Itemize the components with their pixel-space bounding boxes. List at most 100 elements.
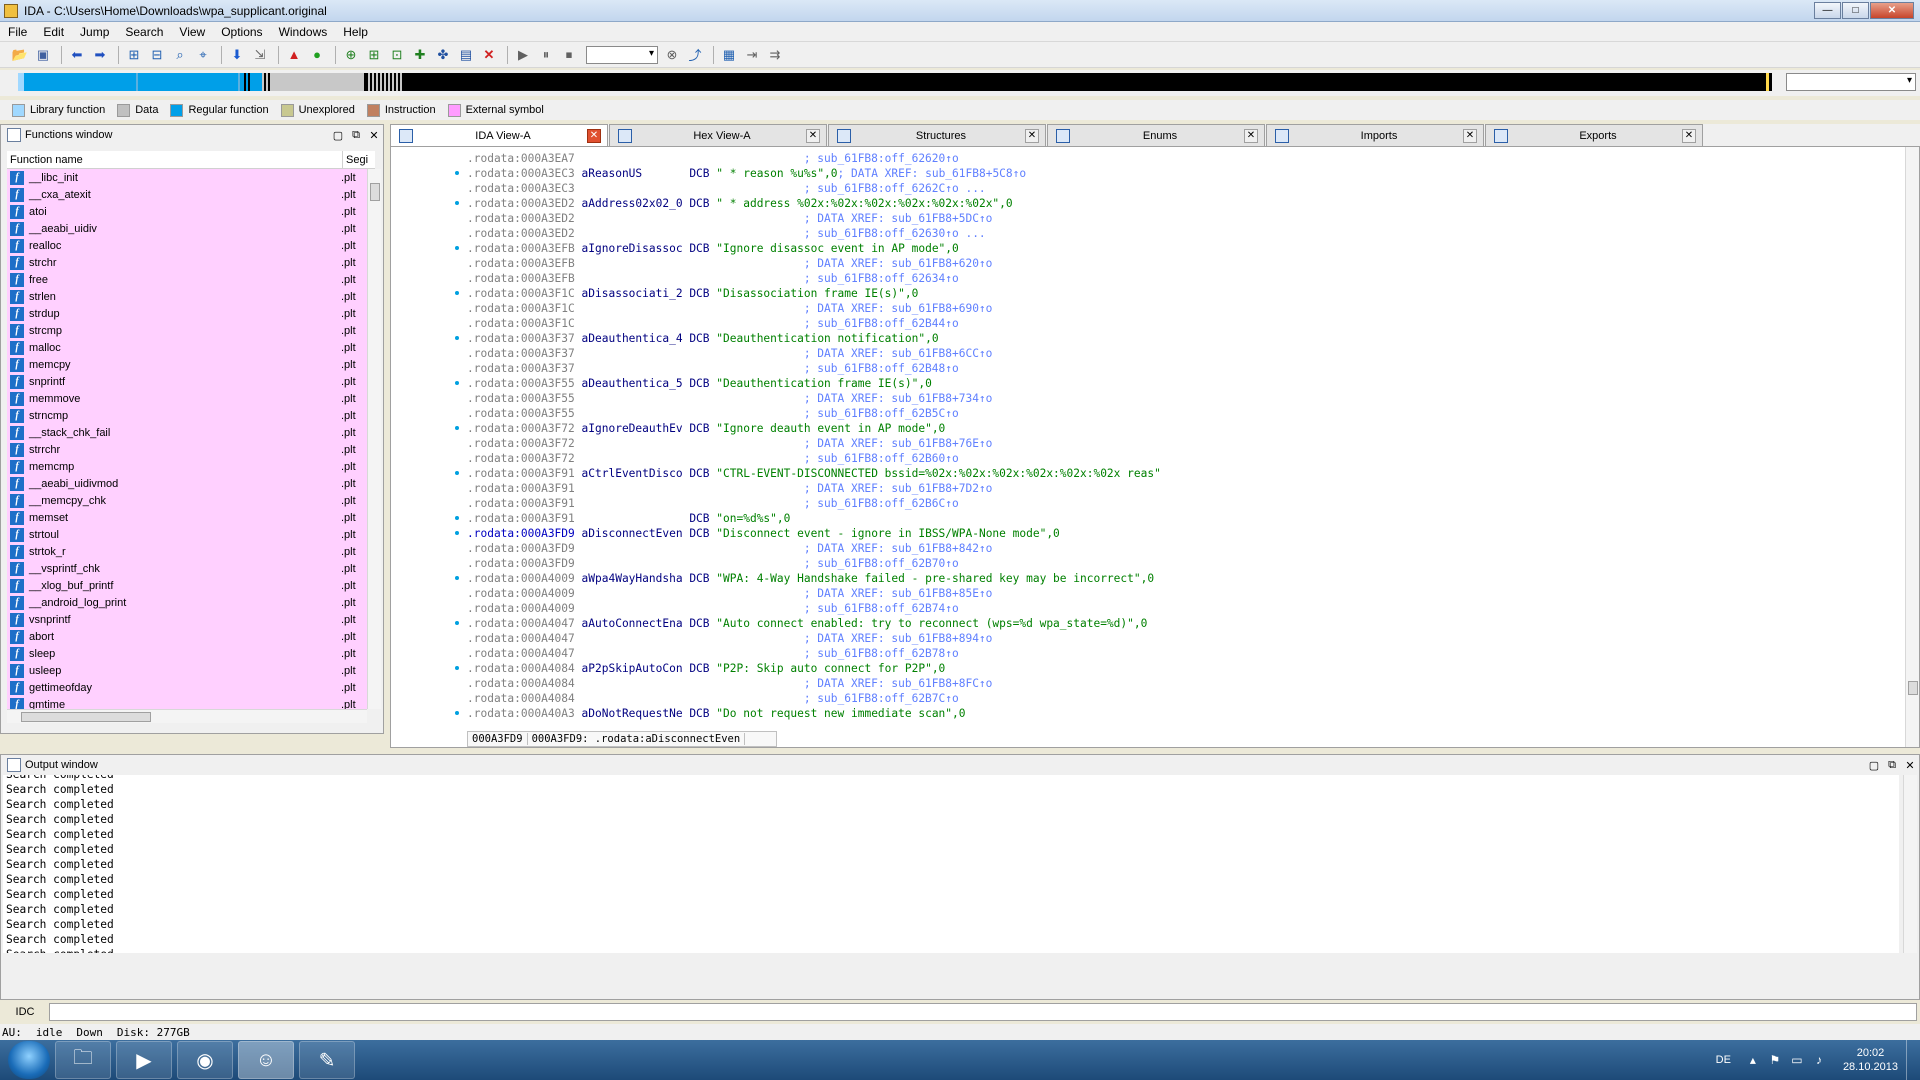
code-line[interactable]: .rodata:000A3F37 ; sub_61FB8:off_62B48↑o <box>467 361 1897 376</box>
function-row[interactable]: f __cxa_atexit .plt <box>7 186 367 203</box>
minimize-button[interactable]: — <box>1814 2 1841 19</box>
code-line[interactable]: .rodata:000A4009 aWpa4WayHandsha DCB "WP… <box>467 571 1897 586</box>
volume-icon[interactable]: ♪ <box>1811 1053 1827 1067</box>
function-row[interactable]: f __vsprintf_chk .plt <box>7 560 367 577</box>
output-vertical-scrollbar[interactable] <box>1903 775 1917 953</box>
code-line[interactable]: .rodata:000A3F37 ; DATA XREF: sub_61FB8+… <box>467 346 1897 361</box>
tab-ida-view-a[interactable]: IDA View-A ✕ <box>390 124 608 146</box>
code-line[interactable]: .rodata:000A4047 aAutoConnectEna DCB "Au… <box>467 616 1897 631</box>
binary-search-icon[interactable]: ⊞ <box>124 45 144 65</box>
tab-hex-view-a[interactable]: Hex View-A ✕ <box>609 124 827 146</box>
debugger-select[interactable] <box>586 45 658 64</box>
function-row[interactable]: f gettimeofday .plt <box>7 679 367 696</box>
code-line[interactable]: .rodata:000A3F55 ; DATA XREF: sub_61FB8+… <box>467 391 1897 406</box>
tab-exports[interactable]: Exports ✕ <box>1485 124 1703 146</box>
pause-icon[interactable]: ⏸ <box>536 45 556 65</box>
forward-icon[interactable]: ➡ <box>90 45 110 65</box>
text-search-icon[interactable]: ⊟ <box>147 45 167 65</box>
code-line[interactable]: .rodata:000A3EFB ; DATA XREF: sub_61FB8+… <box>467 256 1897 271</box>
paint-icon[interactable]: ✎ <box>299 1041 355 1079</box>
code-label[interactable]: aP2pSkipAutoCon <box>582 661 683 676</box>
function-row[interactable]: f __libc_init .plt <box>7 169 367 186</box>
code-label[interactable]: aDisconnectEven <box>582 526 683 541</box>
array-icon[interactable]: ▤ <box>456 45 476 65</box>
code-line[interactable]: .rodata:000A3F55 aDeauthentica_5 DCB "De… <box>467 376 1897 391</box>
network-icon[interactable]: ▭ <box>1789 1053 1805 1067</box>
column-function-name[interactable]: Function name <box>7 151 343 168</box>
functions-vertical-scrollbar[interactable] <box>367 169 381 709</box>
undefine-icon[interactable]: ✕ <box>479 45 499 65</box>
function-row[interactable]: f malloc .plt <box>7 339 367 356</box>
code-label[interactable]: aReasonUS <box>582 166 683 181</box>
attach-icon[interactable]: ⤴ <box>685 45 705 65</box>
graph-icon[interactable]: ▲ <box>284 45 304 65</box>
xref-icon[interactable]: ⇲ <box>250 45 270 65</box>
code-line[interactable]: .rodata:000A3F37 aDeauthentica_4 DCB "De… <box>467 331 1897 346</box>
code-label[interactable]: aDisassociati_2 <box>582 286 683 301</box>
data-icon[interactable]: ✚ <box>410 45 430 65</box>
function-row[interactable]: f memmove .plt <box>7 390 367 407</box>
function-row[interactable]: f strtoul .plt <box>7 526 367 543</box>
flag-icon[interactable]: ⚑ <box>1767 1053 1783 1067</box>
clock[interactable]: 20:02 28.10.2013 <box>1843 1046 1898 1074</box>
code-line[interactable]: .rodata:000A40A3 aDoNotRequestNe DCB "Do… <box>467 706 1897 721</box>
function-row[interactable]: f __stack_chk_fail .plt <box>7 424 367 441</box>
code-line[interactable]: .rodata:000A3F91 ; DATA XREF: sub_61FB8+… <box>467 481 1897 496</box>
tab-structures[interactable]: Structures ✕ <box>828 124 1046 146</box>
code-label[interactable]: aIgnoreDeauthEv <box>582 421 683 436</box>
close-button[interactable]: ✕ <box>1870 2 1914 19</box>
tab-close-icon[interactable]: ✕ <box>806 128 820 143</box>
navigation-strip[interactable] <box>18 73 1772 91</box>
menu-file[interactable]: File <box>0 25 35 39</box>
function-row[interactable]: f snprintf .plt <box>7 373 367 390</box>
tab-close-icon[interactable]: ✕ <box>1025 128 1039 143</box>
code-line[interactable]: .rodata:000A3EA7 ; sub_61FB8:off_62620↑o <box>467 151 1897 166</box>
code-label[interactable]: aWpa4WayHandsha <box>582 571 683 586</box>
trace-icon[interactable]: ▦ <box>719 45 739 65</box>
output-text[interactable]: Search completed Search completed Search c… <box>3 775 1899 953</box>
function-row[interactable]: f __aeabi_uidiv .plt <box>7 220 367 237</box>
code-line[interactable]: .rodata:000A3F55 ; sub_61FB8:off_62B5C↑o <box>467 406 1897 421</box>
idc-command-input[interactable] <box>49 1003 1917 1021</box>
code-line[interactable]: .rodata:000A3F72 ; sub_61FB8:off_62B60↑o <box>467 451 1897 466</box>
code-label[interactable]: aAutoConnectEna <box>582 616 683 631</box>
run-script-icon[interactable]: ● <box>307 45 327 65</box>
code-line[interactable]: .rodata:000A3F72 ; DATA XREF: sub_61FB8+… <box>467 436 1897 451</box>
function-row[interactable]: f sleep .plt <box>7 645 367 662</box>
code-label[interactable]: aDeauthentica_4 <box>582 331 683 346</box>
open-icon[interactable]: 📂 <box>10 45 30 65</box>
function-row[interactable]: f __aeabi_uidivmod .plt <box>7 475 367 492</box>
function-row[interactable]: f memcpy .plt <box>7 356 367 373</box>
function-row[interactable]: f gmtime .plt <box>7 696 367 709</box>
code-label[interactable]: aDeauthentica_5 <box>582 376 683 391</box>
function-row[interactable]: f strchr .plt <box>7 254 367 271</box>
tab-imports[interactable]: Imports ✕ <box>1266 124 1484 146</box>
code-line[interactable]: .rodata:000A3EC3 ; sub_61FB8:off_6262C↑o… <box>467 181 1897 196</box>
create-function-icon[interactable]: ⊕ <box>341 45 361 65</box>
panel-restore-icon[interactable]: ▢ <box>1865 759 1883 772</box>
tab-enums[interactable]: Enums ✕ <box>1047 124 1265 146</box>
panel-float-icon[interactable]: ⧉ <box>347 129 365 142</box>
function-row[interactable]: f strtok_r .plt <box>7 543 367 560</box>
panel-restore-icon[interactable]: ▢ <box>329 129 347 142</box>
disassembly-vertical-scrollbar[interactable] <box>1905 147 1919 747</box>
tray-arrow-icon[interactable]: ▴ <box>1745 1053 1761 1067</box>
back-icon[interactable]: ⬅ <box>67 45 87 65</box>
code-line[interactable]: .rodata:000A3F91 DCB "on=%d%s",0 <box>467 511 1897 526</box>
function-row[interactable]: f memcmp .plt <box>7 458 367 475</box>
tab-close-icon[interactable]: ✕ <box>1244 128 1258 143</box>
function-row[interactable]: f abort .plt <box>7 628 367 645</box>
code-label[interactable]: aDoNotRequestNe <box>582 706 683 721</box>
code-line[interactable]: .rodata:000A3ED2 ; sub_61FB8:off_62630↑o… <box>467 226 1897 241</box>
explorer-icon[interactable]: 🗀 <box>55 1041 111 1079</box>
code-line[interactable]: .rodata:000A3F1C ; sub_61FB8:off_62B44↑o <box>467 316 1897 331</box>
function-row[interactable]: f strrchr .plt <box>7 441 367 458</box>
code-line[interactable]: .rodata:000A3EC3 aReasonUS DCB " * reaso… <box>467 166 1897 181</box>
code-line[interactable]: .rodata:000A3F91 ; sub_61FB8:off_62B6C↑o <box>467 496 1897 511</box>
function-row[interactable]: f memset .plt <box>7 509 367 526</box>
maximize-button[interactable]: □ <box>1842 2 1869 19</box>
function-row[interactable]: f strcmp .plt <box>7 322 367 339</box>
code-line[interactable]: .rodata:000A3FD9 ; sub_61FB8:off_62B70↑o <box>467 556 1897 571</box>
step-over-icon[interactable]: ⇉ <box>765 45 785 65</box>
code-line[interactable]: .rodata:000A4084 aP2pSkipAutoCon DCB "P2… <box>467 661 1897 676</box>
